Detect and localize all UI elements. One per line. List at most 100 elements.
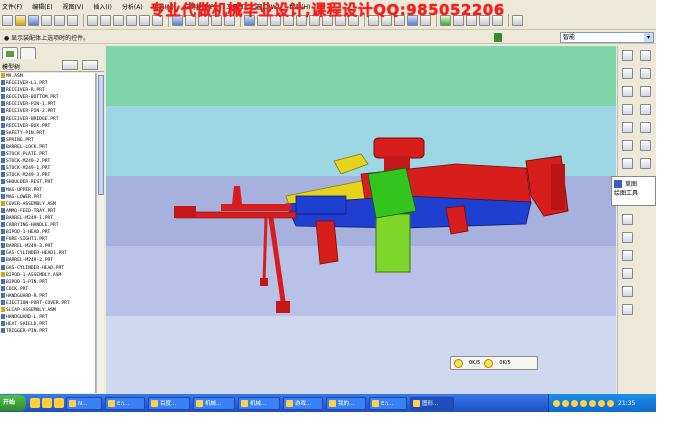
tree-item[interactable]: BIPOD-1-ASSEMBLY.ASM [0,271,95,279]
tree-item[interactable]: SPRING.PRT [0,136,95,144]
undo-icon[interactable] [87,15,98,26]
analysis-icon[interactable] [622,104,633,115]
sketch-origin-icon[interactable] [454,358,463,368]
tree-item[interactable]: RECEIVER-BRIDGE.PRT [0,115,95,123]
draft-icon[interactable] [622,232,633,243]
start-button[interactable]: 开始 [0,395,26,411]
tray-icon[interactable] [589,399,596,407]
new-file-icon[interactable] [2,15,13,26]
tree-item[interactable]: SHOULDER-REST.PRT [0,179,95,186]
tree-item[interactable]: RECEIVER-L1.PRT [0,80,95,87]
tree-item[interactable]: HEAT-SHIELD.PRT [0,321,95,328]
tray-icon[interactable] [571,399,578,407]
taskbar-item[interactable]: 游戏... [283,396,323,410]
taskbar-item[interactable]: N... [66,396,102,410]
tree-item[interactable]: STOCK-M249-1.PRT [0,165,95,172]
rib-icon[interactable] [622,214,633,225]
tray-icon[interactable] [553,399,560,407]
cut-icon[interactable] [113,15,124,26]
revolve-icon[interactable] [622,122,633,133]
save-icon[interactable] [28,15,39,26]
coord-system-icon[interactable] [640,86,651,97]
tray-icon[interactable] [607,399,614,407]
tray-icon[interactable] [598,399,605,407]
mirror-icon[interactable] [622,268,633,279]
tree-show-button[interactable] [82,60,98,70]
menu-view[interactable]: 视图(V) [63,2,84,11]
taskbar-item[interactable]: 百度... [148,396,190,410]
taskbar-item[interactable]: E:\... [105,396,145,410]
tree-item[interactable]: SAFETY-PIN.PRT [0,129,95,137]
taskbar-item[interactable]: 机械... [238,396,280,410]
tree-item[interactable]: RECEIVER-BOTTOM.PRT [0,94,95,101]
tree-item[interactable]: HANDGUARD-R.PRT [0,292,95,300]
tree-item[interactable]: BARREL-M249-2.PRT [0,257,95,264]
tree-item[interactable]: STOCK-PLATE.PRT [0,151,95,158]
tree-item[interactable]: TRIGGER-PIN.PRT [0,328,95,335]
tree-item[interactable]: SLCAP-ASSEMBLY.ASM [0,307,95,314]
sweep-icon[interactable] [640,122,651,133]
chamfer-icon[interactable] [622,158,633,169]
tab-folder-browser[interactable] [20,47,36,59]
pattern-icon[interactable] [622,250,633,261]
taskbar-item[interactable]: 我的... [326,396,366,410]
menu-edit[interactable]: 编辑(E) [32,2,52,11]
tree-item[interactable]: RECEIVER-R.PRT [0,87,95,94]
tree-item[interactable]: COVER-ASSEMBLY.ASM [0,200,95,208]
tree-item[interactable]: STOCK-M249-3.PRT [0,172,95,179]
send-icon[interactable] [67,15,78,26]
taskbar-item[interactable]: 图形... [410,396,454,410]
sketch-view-icon[interactable] [484,358,494,368]
tree-item[interactable]: STOCK-M249-2.PRT [0,158,95,165]
tree-item[interactable]: BIPOD-1-PIN.PRT [0,278,95,286]
round-icon[interactable] [640,140,651,151]
scrollbar-thumb[interactable] [98,75,104,195]
tree-item[interactable]: MAG-UPPER.PRT [0,186,95,194]
taskbar-item[interactable]: 机械... [193,396,235,410]
quick-launch-ie-icon[interactable] [30,398,40,408]
copy-icon[interactable] [126,15,137,26]
tree-item[interactable]: AMMO-FEED-TRAY.PRT [0,207,95,215]
tree-item[interactable]: EJECTION-PORT-COVER.PRT [0,300,95,307]
model-tree-scrollbar[interactable] [96,73,104,393]
menu-analysis[interactable]: 分析(A) [122,2,143,11]
tree-item[interactable]: COCK.PRT [0,285,95,293]
quick-launch-desktop-icon[interactable] [42,398,52,408]
tab-model-tree[interactable] [2,47,18,59]
trim-icon[interactable] [622,304,633,315]
tree-item[interactable]: GAS-CYLINDER-HEAD1.PRT [0,250,95,257]
graphics-viewport[interactable]: 0K/5 0K/5 [106,46,616,394]
quick-launch-media-icon[interactable] [54,398,64,408]
hole-icon[interactable] [622,140,633,151]
tree-item[interactable]: M9.ASM [0,73,95,80]
sketch-tool-icon[interactable] [640,68,651,79]
datum-point-icon[interactable] [622,86,633,97]
taskbar-item[interactable]: E:\... [369,396,407,410]
datum-plane-icon[interactable] [622,50,633,61]
menu-insert[interactable]: 插入(I) [93,2,111,11]
context-help-icon[interactable] [512,15,523,26]
datum-curve-icon[interactable] [622,68,633,79]
merge-icon[interactable] [622,286,633,297]
tree-item[interactable]: RECEIVER-PIN-1.PRT [0,101,95,108]
tree-item[interactable]: CARRYING-HANDLE.PRT [0,221,95,229]
paste-icon[interactable] [139,15,150,26]
datum-axis-icon[interactable] [640,50,651,61]
tree-item[interactable]: BARREL-M249-3.PRT [0,243,95,250]
tree-item[interactable]: MAG-LOWER.PRT [0,193,95,201]
email-icon[interactable] [54,15,65,26]
chevron-down-icon[interactable]: ▾ [644,33,653,42]
tray-icon[interactable] [580,399,587,407]
shell-icon[interactable] [640,158,651,169]
menu-file[interactable]: 文件(F) [2,2,22,11]
tree-item[interactable]: FORE-SIGHT1.PRT [0,236,95,243]
tree-item[interactable]: RECEIVER-BOX.PRT [0,122,95,130]
tree-item[interactable]: RECEIVER-PIN-2.PRT [0,108,95,115]
tree-item[interactable]: GAS-CYLINDER-HEAD.PRT [0,264,95,272]
extrude-icon[interactable] [640,104,651,115]
tree-item[interactable]: BARREL-LOCK.PRT [0,143,95,151]
open-folder-icon[interactable] [15,15,26,26]
tray-icon[interactable] [562,399,569,407]
tree-item[interactable]: HANDGUARD-L.PRT [0,314,95,321]
selection-filter-select[interactable]: 智能 ▾ [560,32,654,43]
